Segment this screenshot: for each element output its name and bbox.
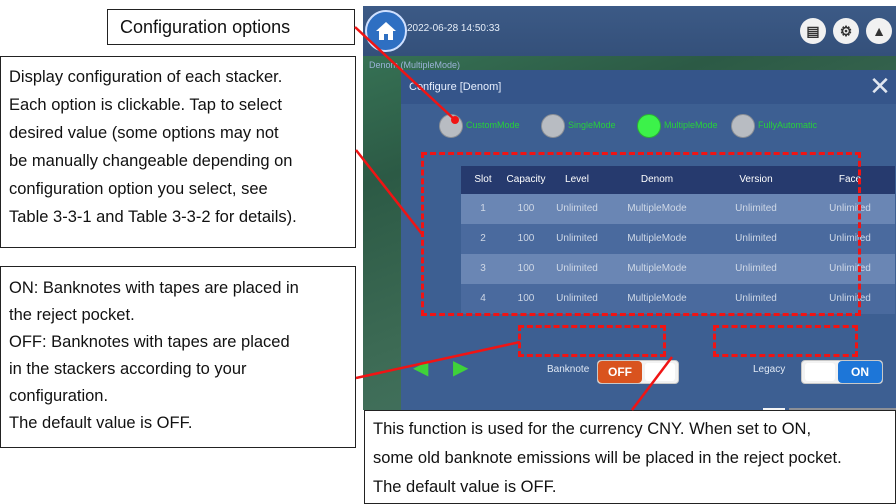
leader-line-table [355,149,423,235]
leader-line-config [354,26,456,121]
leader-dot [451,116,459,124]
leader-lines [354,26,673,411]
leader-line-legacy [631,356,673,411]
leader-line-banknote [355,340,521,380]
